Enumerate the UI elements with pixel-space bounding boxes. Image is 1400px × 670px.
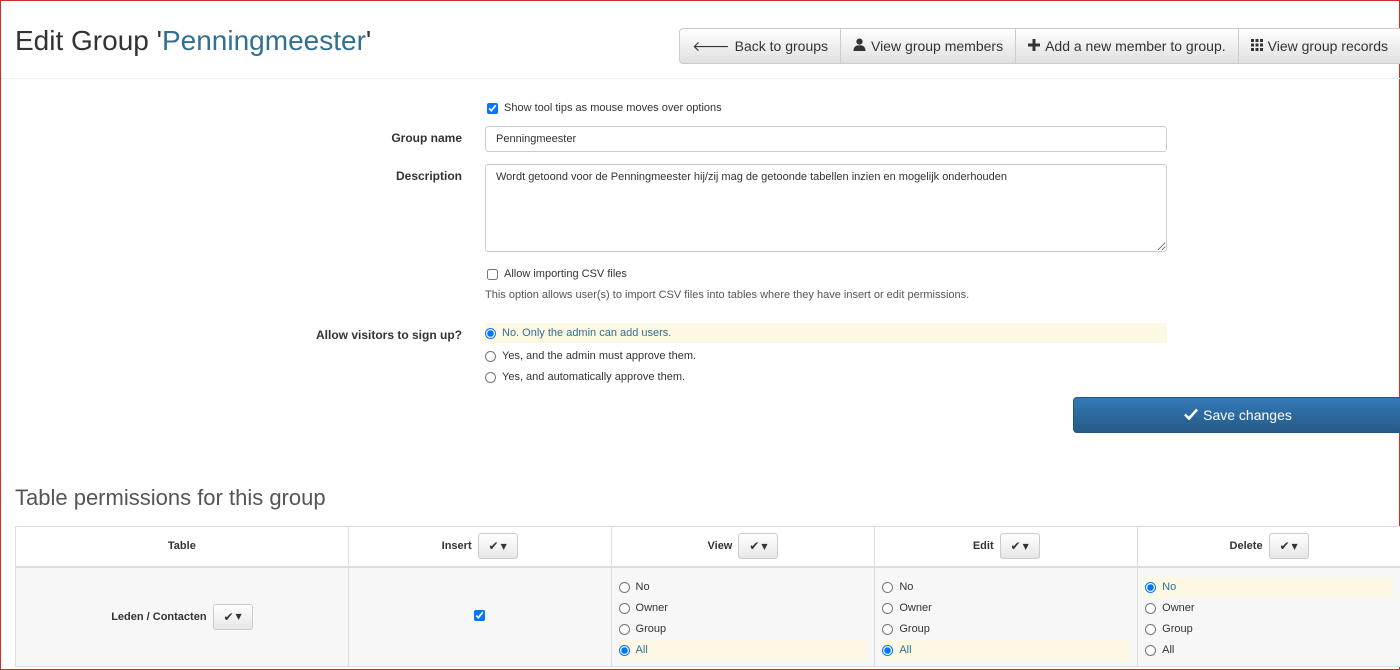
view-radio-group[interactable]	[618, 623, 630, 635]
description-textarea[interactable]: Wordt getoond voor de Penningmeester hij…	[485, 164, 1167, 252]
back-to-groups-button[interactable]: 🡐 Back to groups	[679, 28, 842, 64]
delete-option-owner[interactable]: Owner	[1145, 598, 1393, 619]
csv-import-option[interactable]: Allow importing CSV files	[487, 268, 627, 280]
caret-down-icon: ▼	[500, 541, 507, 551]
delete-radio-group[interactable]	[1145, 623, 1157, 635]
insert-cell	[347, 566, 612, 667]
delete-radio-no[interactable]	[1145, 581, 1157, 593]
group-name-input[interactable]	[485, 126, 1167, 152]
column-header-delete: Delete ✔ ▼	[1137, 526, 1400, 568]
check-icon: ✔	[1010, 539, 1021, 554]
arrow-left-icon: 🡐	[692, 37, 730, 54]
edit-all-dropdown[interactable]: ✔ ▼	[999, 533, 1040, 560]
delete-radio-all[interactable]	[1145, 644, 1157, 656]
group-name-title: Penningmeester	[161, 25, 366, 56]
check-icon	[1184, 407, 1199, 423]
edit-radio-all[interactable]	[882, 644, 894, 656]
view-group-records-button[interactable]: View group records	[1237, 28, 1400, 64]
column-header-view: View ✔ ▼	[610, 526, 876, 568]
edit-option-group[interactable]: Group	[882, 619, 1130, 640]
view-cell: No Owner Group All	[610, 566, 876, 667]
tooltips-option[interactable]: Show tool tips as mouse moves over optio…	[487, 102, 722, 114]
check-icon: ✔	[488, 539, 499, 554]
delete-radio-owner[interactable]	[1145, 602, 1157, 614]
permissions-header-row: Table Insert ✔ ▼ View ✔ ▼ Edit ✔ ▼ Delete ✔…	[15, 526, 1400, 568]
column-header-insert: Insert ✔ ▼	[347, 526, 612, 568]
view-radio-owner[interactable]	[618, 602, 630, 614]
delete-option-group[interactable]: Group	[1145, 619, 1393, 640]
edit-option-no[interactable]: No	[882, 577, 1130, 598]
page-header: Edit Group 'Penningmeester' 🡐 Back to gr…	[1, 1, 1400, 79]
edit-radio-group[interactable]	[882, 623, 894, 635]
table-name-cell: Leden / Contacten ✔ ▼	[15, 566, 349, 667]
view-all-dropdown[interactable]: ✔ ▼	[738, 533, 779, 560]
edit-option-owner[interactable]: Owner	[882, 598, 1130, 619]
save-changes-button[interactable]: Save changes	[1073, 397, 1400, 433]
caret-down-icon: ▼	[1291, 541, 1298, 551]
add-member-button[interactable]: Add a new member to group.	[1015, 28, 1239, 64]
delete-cell: No Owner Group All	[1137, 566, 1400, 667]
caret-down-icon: ▼	[235, 612, 242, 622]
tooltips-checkbox[interactable]	[487, 102, 498, 114]
column-header-edit: Edit ✔ ▼	[874, 526, 1139, 568]
caret-down-icon: ▼	[761, 541, 768, 551]
signup-option-admin-only[interactable]: No. Only the admin can add users.	[485, 323, 1167, 343]
csv-import-hint: This option allows user(s) to import CSV…	[485, 289, 970, 301]
delete-all-dropdown[interactable]: ✔ ▼	[1268, 533, 1309, 560]
view-option-all[interactable]: All	[618, 639, 868, 661]
table-row: Leden / Contacten ✔ ▼ No Owner Group All …	[15, 566, 1400, 667]
signup-radio-auto[interactable]	[485, 371, 496, 383]
row-all-dropdown[interactable]: ✔ ▼	[212, 603, 253, 630]
view-option-no[interactable]: No	[618, 577, 868, 598]
csv-import-checkbox[interactable]	[487, 268, 498, 280]
description-label: Description	[395, 169, 462, 183]
view-group-members-button[interactable]: View group members	[840, 28, 1017, 64]
insert-all-dropdown[interactable]: ✔ ▼	[477, 533, 518, 560]
edit-radio-no[interactable]	[882, 581, 894, 593]
view-option-group[interactable]: Group	[618, 619, 868, 640]
view-option-owner[interactable]: Owner	[618, 598, 868, 619]
view-radio-no[interactable]	[618, 581, 630, 593]
permissions-table: Table Insert ✔ ▼ View ✔ ▼ Edit ✔ ▼ Delete ✔…	[15, 526, 1400, 667]
edit-radio-owner[interactable]	[882, 602, 894, 614]
signup-radio-admin-only[interactable]	[485, 327, 496, 339]
delete-option-no[interactable]: No	[1145, 576, 1393, 598]
view-radio-all[interactable]	[618, 644, 630, 656]
user-icon	[853, 38, 866, 54]
caret-down-icon: ▼	[1022, 541, 1029, 551]
edit-option-all[interactable]: All	[882, 639, 1131, 661]
signup-label: Allow visitors to sign up?	[315, 328, 462, 342]
check-icon: ✔	[749, 539, 760, 554]
edit-cell: No Owner Group All	[874, 566, 1139, 667]
check-icon: ✔	[1279, 539, 1290, 554]
signup-option-approve[interactable]: Yes, and the admin must approve them.	[485, 346, 1167, 366]
plus-icon	[1028, 38, 1041, 54]
signup-option-auto[interactable]: Yes, and automatically approve them.	[485, 367, 1167, 387]
permissions-section-title: Table permissions for this group	[15, 485, 326, 510]
column-header-table: Table	[15, 526, 349, 568]
group-name-label: Group name	[391, 131, 462, 145]
signup-radio-approve[interactable]	[485, 350, 496, 362]
grid-icon	[1250, 38, 1263, 54]
insert-checkbox[interactable]	[474, 609, 486, 621]
delete-option-all[interactable]: All	[1145, 640, 1393, 661]
check-icon: ✔	[223, 609, 234, 624]
header-button-group: 🡐 Back to groups View group members Add …	[679, 28, 1400, 64]
page-title: Edit Group 'Penningmeester'	[15, 25, 372, 56]
